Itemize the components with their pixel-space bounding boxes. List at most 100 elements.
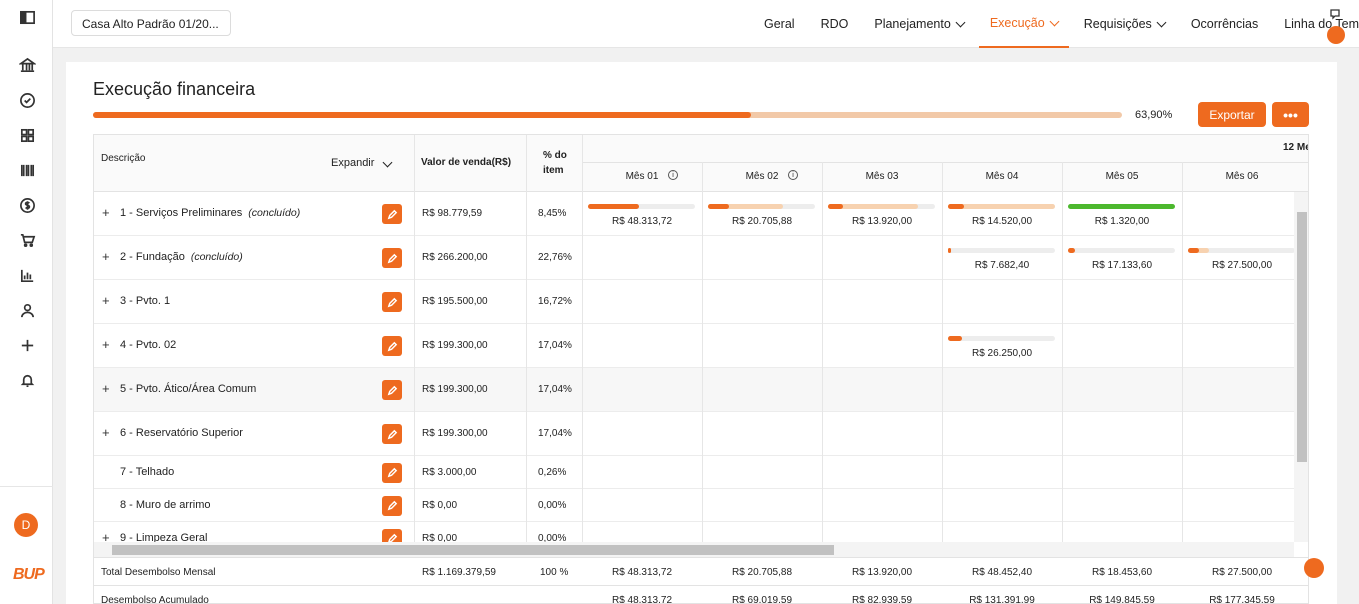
row-pct: 17,04% — [538, 428, 572, 439]
avatar[interactable]: D — [14, 513, 38, 537]
footer-month-value: R$ 18.453,60 — [1091, 567, 1153, 578]
nav-requisicoes[interactable]: Requisições — [1073, 0, 1176, 48]
footer-month-value: R$ 149.845,59 — [1089, 595, 1155, 604]
footer-month-value: R$ 27.500,00 — [1211, 567, 1273, 578]
edit-button[interactable] — [382, 292, 402, 312]
column-divider — [702, 162, 703, 542]
nav-execucao[interactable]: Execução — [978, 0, 1069, 48]
overall-progress-label: 63,90% — [1135, 109, 1173, 121]
expand-row-icon[interactable]: + — [102, 337, 110, 352]
feedback-icon[interactable] — [1329, 8, 1341, 20]
edit-button[interactable] — [382, 495, 402, 516]
nav-rdo[interactable]: RDO — [810, 0, 860, 48]
month-progress-bar — [1068, 248, 1175, 253]
edit-button[interactable] — [382, 424, 402, 444]
export-button[interactable]: Exportar — [1198, 102, 1266, 127]
edit-button[interactable] — [382, 336, 402, 356]
row-valor: R$ 195.500,00 — [422, 296, 488, 307]
cart-icon[interactable] — [14, 227, 40, 253]
edit-button[interactable] — [382, 462, 402, 483]
execution-table: Descrição Expandir Valor de venda(R$) % … — [93, 134, 1309, 604]
footer-row: Desembolso Acumulado R$ 48.313,72 R$ 69.01… — [94, 585, 1308, 604]
table-row: +6 - Reservatório Superior R$ 199.300,00 1… — [94, 412, 1294, 456]
row-label: 4 - Pvto. 02 — [120, 339, 177, 351]
table-row: +3 - Pvto. 1 R$ 195.500,00 16,72% — [94, 280, 1294, 324]
month-progress-bar — [948, 204, 1055, 209]
edit-button[interactable] — [382, 380, 402, 400]
footer-label: Desembolso Acumulado — [101, 595, 209, 604]
row-pct: 0,00% — [538, 499, 567, 511]
table-row: +4 - Pvto. 02 R$ 199.300,00 17,04% R$ 26.25… — [94, 324, 1294, 368]
row-valor: R$ 3.000,00 — [422, 466, 477, 478]
expand-row-icon[interactable]: + — [102, 381, 110, 396]
info-icon[interactable]: i — [788, 170, 798, 180]
row-description: 2 - Fundação (concluído) — [120, 251, 243, 263]
horizontal-scrollbar[interactable] — [94, 542, 1294, 557]
chart-icon[interactable] — [14, 262, 40, 288]
row-label: 7 - Telhado — [120, 465, 175, 478]
month-progress-bar — [1188, 248, 1295, 253]
footer-month-value: R$ 48.452,40 — [971, 567, 1033, 578]
dollar-icon[interactable] — [14, 192, 40, 218]
nav-linha-do-tempo[interactable]: Linha do Tempo — [1273, 0, 1359, 48]
toggle-sidebar-icon[interactable] — [14, 4, 40, 30]
expand-row-icon[interactable]: + — [102, 249, 110, 264]
check-circle-icon[interactable] — [14, 87, 40, 113]
bell-icon[interactable] — [14, 367, 40, 393]
expand-row-icon[interactable]: + — [102, 425, 110, 440]
edit-button[interactable] — [382, 248, 402, 268]
user-icon[interactable] — [14, 297, 40, 323]
barcode-icon[interactable] — [14, 157, 40, 183]
month-progress-bar — [588, 204, 695, 209]
overall-progress-bar — [93, 112, 1122, 118]
like-icon[interactable] — [1327, 26, 1345, 44]
month-progress-bar — [948, 248, 1055, 253]
plus-icon[interactable] — [14, 332, 40, 358]
expand-row-icon[interactable]: + — [102, 205, 110, 220]
month-value: R$ 20.705,88 — [731, 216, 793, 227]
row-valor: R$ 266.200,00 — [422, 252, 488, 263]
footer-month-value: R$ 82.939,59 — [851, 595, 913, 604]
edit-button[interactable] — [382, 204, 402, 224]
expand-toggle[interactable]: Expandir — [331, 157, 393, 169]
grid-icon[interactable] — [14, 122, 40, 148]
row-pct: 16,72% — [538, 296, 572, 307]
row-label: 8 - Muro de arrimo — [120, 498, 211, 511]
project-selector[interactable]: Casa Alto Padrão 01/20... — [71, 10, 231, 36]
chevron-down-icon — [1156, 17, 1167, 27]
brand-logo: BUP — [13, 566, 45, 583]
nav-geral[interactable]: Geral — [753, 0, 806, 48]
footer-month-value: R$ 48.313,72 — [611, 595, 673, 604]
nav-ocorrencias[interactable]: Ocorrências — [1180, 0, 1269, 48]
more-options-button[interactable]: ••• — [1272, 102, 1309, 127]
progress-segment — [588, 204, 640, 209]
progress-segment — [1188, 248, 1199, 253]
table-row: +5 - Pvto. Ático/Área Comum R$ 199.300,00… — [94, 368, 1294, 412]
header-month-5: Mês 05 — [1105, 171, 1139, 182]
bank-icon[interactable] — [14, 52, 40, 78]
vertical-scrollbar[interactable] — [1294, 192, 1308, 542]
header-month-6: Mês 06 — [1225, 171, 1259, 182]
progress-segment — [948, 248, 952, 253]
month-value: R$ 48.313,72 — [611, 216, 673, 227]
row-description: 7 - Telhado — [120, 466, 174, 478]
row-label: 5 - Pvto. Ático/Área Comum — [120, 383, 257, 395]
row-status-tag: (concluído) — [190, 251, 243, 263]
row-valor: R$ 199.300,00 — [422, 384, 488, 395]
month-value: R$ 7.682,40 — [974, 260, 1030, 271]
month-progress-bar — [708, 204, 815, 209]
accessibility-icon[interactable] — [1304, 558, 1324, 578]
footer-label: Total Desembolso Mensal — [101, 567, 216, 578]
nav-planejamento[interactable]: Planejamento — [863, 0, 974, 48]
row-valor: R$ 0,00 — [422, 499, 458, 511]
column-divider — [1062, 162, 1063, 542]
progress-segment — [828, 204, 843, 209]
expand-row-icon[interactable]: + — [102, 293, 110, 308]
month-value: R$ 17.133,60 — [1091, 260, 1153, 271]
header-months-group: 12 Me — [1283, 142, 1309, 153]
footer-month-value: R$ 69.019,59 — [731, 595, 793, 604]
table-row: +1 - Serviços Preliminares (concluído) R$ … — [94, 192, 1294, 236]
sidebar: D BUP — [0, 0, 53, 604]
info-icon[interactable]: i — [668, 170, 678, 180]
row-description: 5 - Pvto. Ático/Área Comum — [120, 383, 256, 395]
